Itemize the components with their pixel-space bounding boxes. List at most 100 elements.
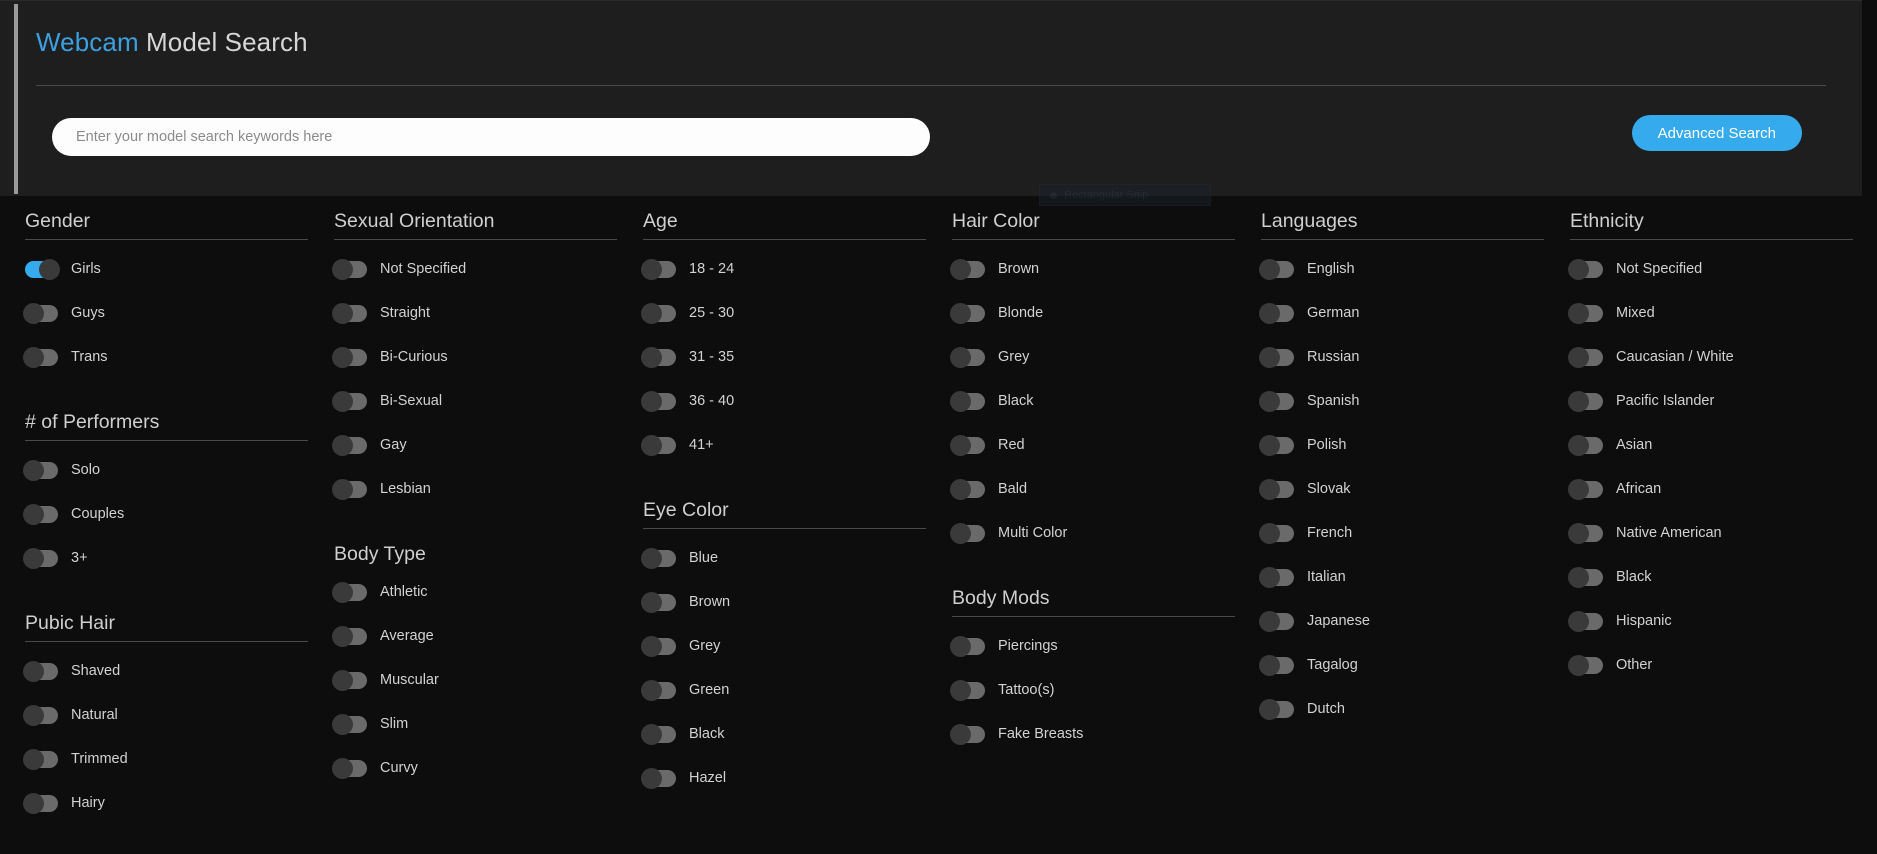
filter-option-black[interactable]: Black (950, 379, 1261, 423)
toggle-switch-31-35[interactable] (641, 346, 676, 368)
toggle-switch-mixed[interactable] (1568, 302, 1603, 324)
toggle-switch-natural[interactable] (23, 704, 58, 726)
toggle-switch-brown[interactable] (641, 591, 676, 613)
toggle-switch-not-specified[interactable] (1568, 258, 1603, 280)
toggle-switch-brown[interactable] (950, 258, 985, 280)
toggle-switch-straight[interactable] (332, 302, 367, 324)
filter-option-straight[interactable]: Straight (332, 291, 643, 335)
filter-option-31-35[interactable]: 31 - 35 (641, 335, 952, 379)
toggle-switch-tattoo-s[interactable] (950, 679, 985, 701)
toggle-switch-piercings[interactable] (950, 635, 985, 657)
toggle-switch-hazel[interactable] (641, 767, 676, 789)
filter-option-dutch[interactable]: Dutch (1259, 687, 1570, 731)
toggle-switch-couples[interactable] (23, 503, 58, 525)
toggle-switch-japanese[interactable] (1259, 610, 1294, 632)
toggle-switch-bald[interactable] (950, 478, 985, 500)
filter-option-tattoo-s[interactable]: Tattoo(s) (950, 668, 1261, 712)
toggle-switch-bi-curious[interactable] (332, 346, 367, 368)
toggle-switch-asian[interactable] (1568, 434, 1603, 456)
toggle-switch-french[interactable] (1259, 522, 1294, 544)
toggle-switch-grey[interactable] (950, 346, 985, 368)
toggle-switch-bi-sexual[interactable] (332, 390, 367, 412)
filter-option-japanese[interactable]: Japanese (1259, 599, 1570, 643)
filter-option-hairy[interactable]: Hairy (23, 781, 334, 825)
toggle-switch-average[interactable] (332, 625, 367, 647)
filter-option-guys[interactable]: Guys (23, 291, 334, 335)
filter-option-hazel[interactable]: Hazel (641, 756, 952, 800)
filter-option-athletic[interactable]: Athletic (332, 570, 643, 614)
filter-option-18-24[interactable]: 18 - 24 (641, 247, 952, 291)
filter-option-asian[interactable]: Asian (1568, 423, 1877, 467)
filter-option-slim[interactable]: Slim (332, 702, 643, 746)
filter-option-green[interactable]: Green (641, 668, 952, 712)
toggle-switch-pacific-islander[interactable] (1568, 390, 1603, 412)
filter-option-gay[interactable]: Gay (332, 423, 643, 467)
filter-option-english[interactable]: English (1259, 247, 1570, 291)
toggle-switch-blonde[interactable] (950, 302, 985, 324)
toggle-switch-3[interactable] (23, 547, 58, 569)
filter-option-41[interactable]: 41+ (641, 423, 952, 467)
toggle-switch-black[interactable] (1568, 566, 1603, 588)
toggle-switch-green[interactable] (641, 679, 676, 701)
toggle-switch-other[interactable] (1568, 654, 1603, 676)
filter-option-caucasian-white[interactable]: Caucasian / White (1568, 335, 1877, 379)
filter-option-trimmed[interactable]: Trimmed (23, 737, 334, 781)
toggle-switch-hairy[interactable] (23, 792, 58, 814)
toggle-switch-fake-breasts[interactable] (950, 723, 985, 745)
toggle-switch-lesbian[interactable] (332, 478, 367, 500)
filter-option-russian[interactable]: Russian (1259, 335, 1570, 379)
filter-option-brown[interactable]: Brown (641, 580, 952, 624)
toggle-switch-41[interactable] (641, 434, 676, 456)
toggle-switch-polish[interactable] (1259, 434, 1294, 456)
toggle-switch-russian[interactable] (1259, 346, 1294, 368)
filter-option-36-40[interactable]: 36 - 40 (641, 379, 952, 423)
filter-option-tagalog[interactable]: Tagalog (1259, 643, 1570, 687)
filter-option-french[interactable]: French (1259, 511, 1570, 555)
toggle-switch-slovak[interactable] (1259, 478, 1294, 500)
filter-option-shaved[interactable]: Shaved (23, 649, 334, 693)
filter-option-muscular[interactable]: Muscular (332, 658, 643, 702)
toggle-switch-caucasian-white[interactable] (1568, 346, 1603, 368)
filter-option-pacific-islander[interactable]: Pacific Islander (1568, 379, 1877, 423)
filter-option-mixed[interactable]: Mixed (1568, 291, 1877, 335)
filter-option-blue[interactable]: Blue (641, 536, 952, 580)
toggle-switch-shaved[interactable] (23, 660, 58, 682)
filter-option-other[interactable]: Other (1568, 643, 1877, 687)
toggle-switch-multi-color[interactable] (950, 522, 985, 544)
toggle-switch-25-30[interactable] (641, 302, 676, 324)
filter-option-brown[interactable]: Brown (950, 247, 1261, 291)
toggle-switch-blue[interactable] (641, 547, 676, 569)
toggle-switch-18-24[interactable] (641, 258, 676, 280)
toggle-switch-black[interactable] (641, 723, 676, 745)
toggle-switch-girls[interactable] (25, 258, 60, 280)
search-input[interactable] (52, 118, 930, 156)
filter-option-spanish[interactable]: Spanish (1259, 379, 1570, 423)
filter-option-blonde[interactable]: Blonde (950, 291, 1261, 335)
filter-option-bald[interactable]: Bald (950, 467, 1261, 511)
toggle-switch-dutch[interactable] (1259, 698, 1294, 720)
filter-option-fake-breasts[interactable]: Fake Breasts (950, 712, 1261, 756)
filter-option-girls[interactable]: Girls (25, 247, 334, 291)
toggle-switch-english[interactable] (1259, 258, 1294, 280)
toggle-switch-athletic[interactable] (332, 581, 367, 603)
filter-option-lesbian[interactable]: Lesbian (332, 467, 643, 511)
filter-option-native-american[interactable]: Native American (1568, 511, 1877, 555)
filter-option-red[interactable]: Red (950, 423, 1261, 467)
toggle-switch-slim[interactable] (332, 713, 367, 735)
filter-option-curvy[interactable]: Curvy (332, 746, 643, 790)
toggle-switch-spanish[interactable] (1259, 390, 1294, 412)
filter-option-not-specified[interactable]: Not Specified (332, 247, 643, 291)
filter-option-african[interactable]: African (1568, 467, 1877, 511)
filter-option-trans[interactable]: Trans (23, 335, 334, 379)
filter-option-couples[interactable]: Couples (23, 492, 334, 536)
filter-option-solo[interactable]: Solo (23, 448, 334, 492)
filter-option-black[interactable]: Black (1568, 555, 1877, 599)
filter-option-grey[interactable]: Grey (950, 335, 1261, 379)
filter-option-25-30[interactable]: 25 - 30 (641, 291, 952, 335)
toggle-switch-african[interactable] (1568, 478, 1603, 500)
toggle-switch-trans[interactable] (23, 346, 58, 368)
advanced-search-button[interactable]: Advanced Search (1631, 115, 1802, 151)
filter-option-average[interactable]: Average (332, 614, 643, 658)
toggle-switch-hispanic[interactable] (1568, 610, 1603, 632)
filter-option-grey[interactable]: Grey (641, 624, 952, 668)
